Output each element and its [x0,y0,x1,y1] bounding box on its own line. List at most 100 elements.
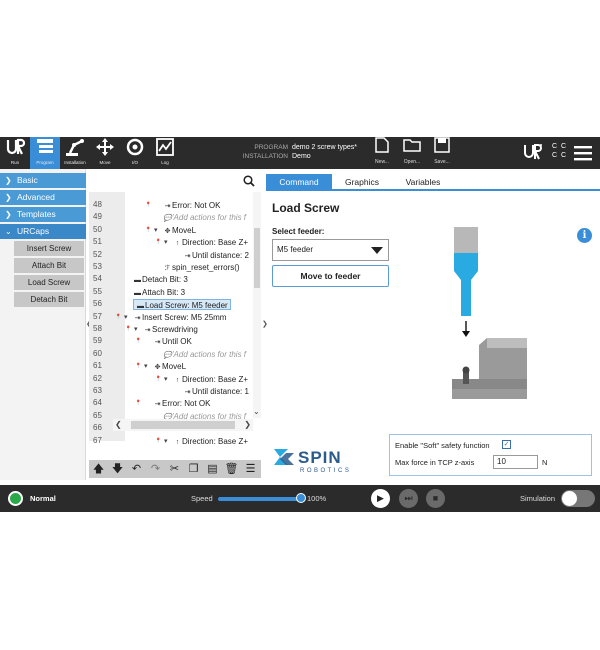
feeder-select[interactable]: M5 feeder [272,239,389,261]
tree-node[interactable]: ⇥ Screwdriving [143,324,198,335]
copy-icon[interactable]: ❐ [184,460,203,478]
line-number: 48 [93,200,102,209]
suppress-icon[interactable]: ☰ [241,460,260,478]
tree-horizontal-scrollbar[interactable]: ❮ ❯ [113,419,253,431]
tree-node-label: spin_reset_errors() [172,263,240,272]
info-icon[interactable]: i [577,228,592,243]
nav-io[interactable]: I/O [120,137,150,169]
urcap-attach-bit[interactable]: Attach Bit [14,258,84,273]
tree-node[interactable]: ▬Attach Bit: 3 [133,287,185,298]
tab-variables[interactable]: Variables [392,174,454,191]
max-force-input[interactable]: 10 [493,455,538,469]
tree-node[interactable]: ℱspin_reset_errors() [163,262,240,273]
tree-vertical-scrollbar[interactable] [253,192,261,418]
tab-command[interactable]: Command [266,174,332,191]
stop-icon: ■ [432,493,439,503]
redo-icon[interactable]: ↷ [146,460,165,478]
tree-node[interactable]: ⇥ Until OK [153,336,192,347]
search-icon[interactable] [243,174,255,192]
breakpoint-pin-icon[interactable]: 📍 [145,227,151,233]
tree-node-selected[interactable]: ▬Load Screw: M5 feeder [133,299,231,311]
soft-safety-checkbox[interactable]: ✓ [502,440,511,449]
tree-node[interactable]: ⇥ Until distance: 1 [183,386,249,397]
line-number: 63 [93,386,102,395]
tree-horizontal-thumb[interactable] [131,421,235,429]
urcap-detach-bit[interactable]: Detach Bit [14,292,84,307]
line-number: 56 [93,299,102,309]
category-templates[interactable]: ❯ Templates [0,207,86,222]
nav-move[interactable]: Move [90,137,120,169]
tree-node[interactable]: ⇥ Until distance: 2 [183,250,249,261]
tree-node[interactable]: ✥MoveL [153,361,186,372]
tree-search[interactable] [89,172,261,190]
undo-icon[interactable]: ↶ [127,460,146,478]
hamburger-menu-icon[interactable] [573,143,593,163]
tree-node[interactable]: ⇥ Error: Not OK [153,398,211,409]
nav-run[interactable]: Run [0,137,30,169]
tree-node[interactable]: ⇥ Error: Not OK [163,200,221,211]
nav-program[interactable]: Program [30,137,60,169]
expand-toggle-icon[interactable]: ▾ [164,375,168,383]
play-button[interactable]: ▶ [371,489,390,508]
open-button[interactable]: Open... [398,137,426,169]
save-button[interactable]: Save... [428,137,456,169]
step-button[interactable]: ⏭ [399,489,418,508]
breakpoint-pin-icon[interactable]: 📍 [135,363,141,369]
stop-button[interactable]: ■ [426,489,445,508]
tree-node[interactable]: ↑ Direction: Base Z+ [173,436,248,447]
breakpoint-pin-icon[interactable]: 📍 [145,202,151,208]
expand-toggle-icon[interactable]: ▾ [124,313,128,321]
ur-logo-icon [0,137,30,159]
breakpoint-pin-icon[interactable]: 📍 [135,338,141,344]
ccc-row-2: C C [552,152,568,159]
breakpoint-pin-icon[interactable]: 📍 [115,314,121,320]
category-urcaps[interactable]: ⌄ URCaps [0,224,86,239]
feeder-label: Select feeder: [272,227,325,236]
move-to-feeder-button[interactable]: Move to feeder [272,265,389,287]
tree-node-label: Direction: Base Z+ [182,436,249,446]
nav-installation[interactable]: Installation [60,137,90,169]
tree-node[interactable]: 💬'Add actions for this f [163,349,246,360]
new-button[interactable]: New... [368,137,396,169]
robot-status-icon[interactable] [8,491,23,506]
urcap-insert-screw[interactable]: Insert Screw [14,241,84,256]
category-basic[interactable]: ❯ Basic [0,173,86,188]
paste-icon[interactable]: ▤ [203,460,222,478]
tree-node[interactable]: 💬'Add actions for this f [163,212,246,223]
expand-toggle-icon[interactable]: ▾ [154,226,158,234]
collapse-right-icon[interactable]: ❯ [262,320,268,328]
speed-slider-handle[interactable] [296,493,306,503]
scroll-down-icon[interactable]: ⌄ [253,407,260,416]
nav-log[interactable]: Log [150,137,180,169]
move-up-icon[interactable]: 🡅 [89,460,108,478]
expand-toggle-icon[interactable]: ▾ [164,238,168,246]
tree-node-label: Error: Not OK [172,201,221,210]
breakpoint-pin-icon[interactable]: 📍 [125,326,131,332]
breakpoint-pin-icon[interactable]: 📍 [155,438,161,444]
tab-graphics[interactable]: Graphics [332,174,392,191]
tree-node[interactable]: ⇥ Insert Screw: M5 25mm [133,312,227,323]
tree-node[interactable]: ↑ Direction: Base Z+ [173,237,248,248]
urcap-load-screw[interactable]: Load Screw [14,275,84,290]
tree-vertical-thumb[interactable] [254,228,260,288]
delete-icon[interactable]: 🗑 [222,460,241,478]
tree-node[interactable]: ▬Detach Bit: 3 [133,274,188,285]
cut-icon[interactable]: ✂ [165,460,184,478]
expand-toggle-icon[interactable]: ▾ [164,437,168,445]
expand-toggle-icon[interactable]: ▾ [134,325,138,333]
breakpoint-pin-icon[interactable]: 📍 [135,400,141,406]
expand-toggle-icon[interactable]: ▾ [144,362,148,370]
scroll-right-icon[interactable]: ❯ [244,419,251,431]
category-advanced[interactable]: ❯ Advanced [0,190,86,205]
line-number: 66 [93,423,102,433]
tree-node[interactable]: ✥MoveL [163,225,196,236]
chevron-right-icon: ❯ [5,176,12,185]
page-title: Load Screw [272,201,340,215]
simulation-toggle[interactable] [561,490,595,507]
scroll-left-icon[interactable]: ❮ [115,419,122,431]
speed-slider[interactable] [218,497,302,501]
breakpoint-pin-icon[interactable]: 📍 [155,239,161,245]
breakpoint-pin-icon[interactable]: 📍 [155,376,161,382]
move-down-icon[interactable]: 🡇 [108,460,127,478]
tree-node[interactable]: ↑ Direction: Base Z+ [173,374,248,385]
